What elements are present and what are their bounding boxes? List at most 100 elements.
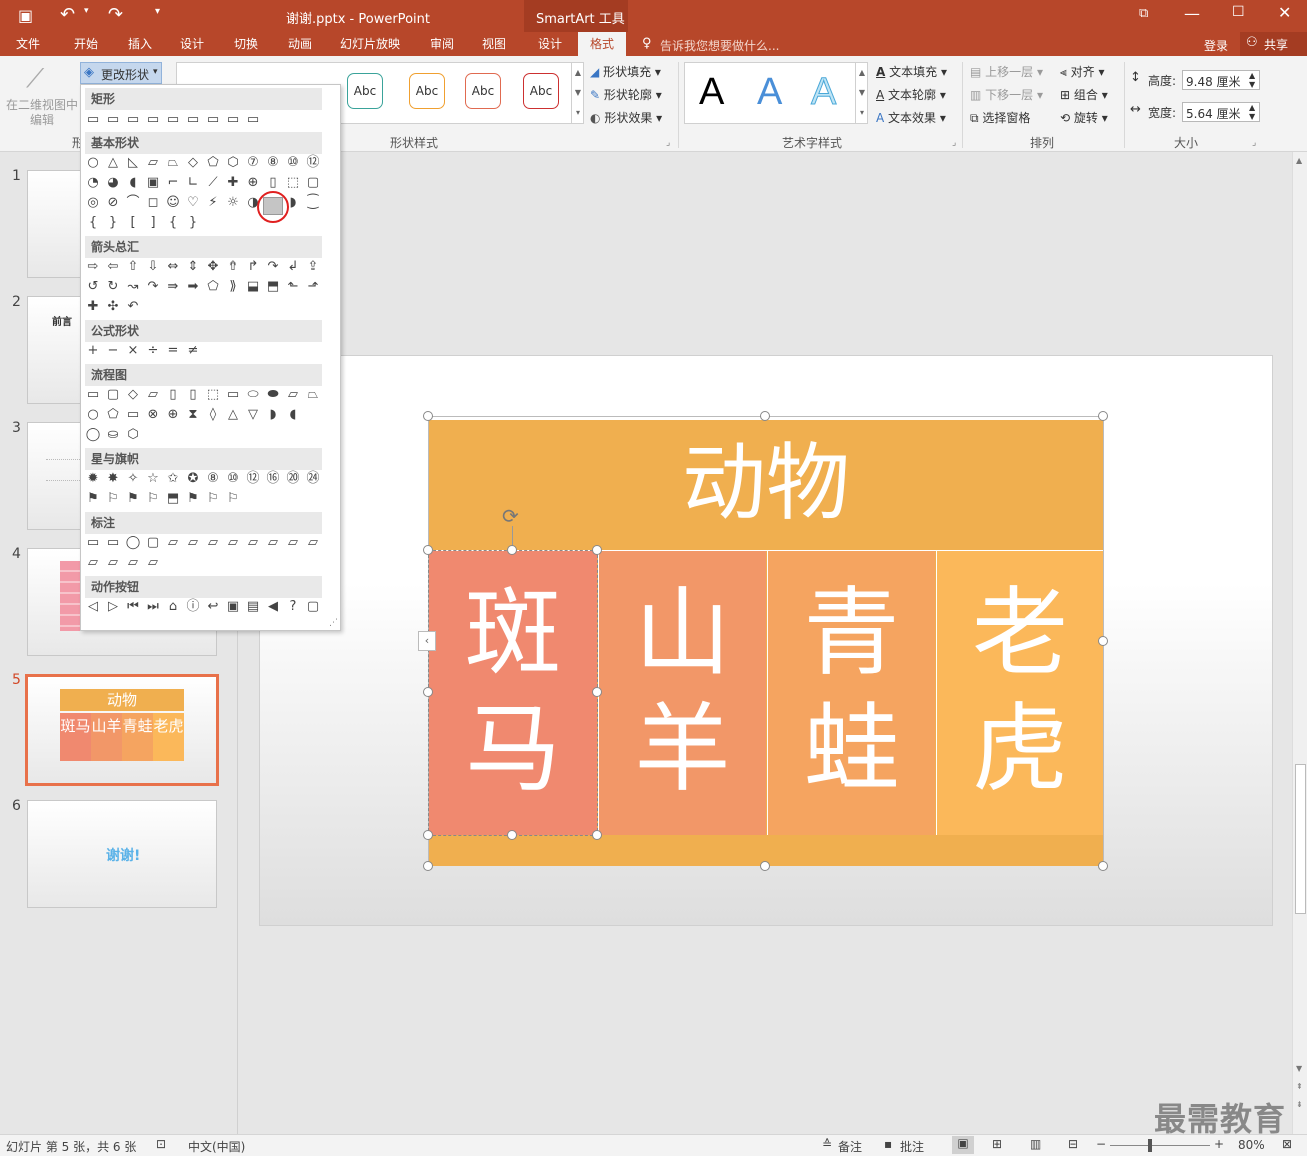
- shape-option[interactable]: ↷: [265, 259, 281, 275]
- shape-option[interactable]: ◇: [185, 155, 201, 171]
- shape-option[interactable]: ⓘ: [185, 599, 201, 615]
- zoom-out-icon[interactable]: −: [1096, 1137, 1106, 1151]
- redo-icon[interactable]: ↷: [108, 4, 123, 25]
- shape-option[interactable]: ⇕: [185, 259, 201, 275]
- wordart-launcher-icon[interactable]: ⌟: [952, 138, 956, 148]
- shape-option[interactable]: ↺: [85, 279, 101, 295]
- comments-icon[interactable]: ▪: [884, 1137, 892, 1151]
- tab-animations[interactable]: 动画: [278, 32, 322, 56]
- shape-option[interactable]: ▽: [245, 407, 261, 423]
- shape-handle[interactable]: [592, 830, 602, 840]
- shape-option[interactable]: ▢: [145, 535, 161, 551]
- shape-option[interactable]: =: [165, 343, 181, 359]
- shape-option[interactable]: ⏢: [165, 155, 181, 171]
- shape-option[interactable]: ▱: [105, 555, 121, 571]
- normal-view-icon[interactable]: ▣: [952, 1136, 974, 1154]
- shape-option[interactable]: ▭: [225, 387, 241, 403]
- shape-option[interactable]: ⬒: [165, 491, 181, 507]
- shape-option[interactable]: ⌒: [125, 195, 141, 211]
- shape-option[interactable]: ↲: [285, 259, 301, 275]
- wordart-black[interactable]: A: [699, 71, 724, 114]
- send-backward-button[interactable]: ▥ 下移一层 ▾: [970, 85, 1043, 105]
- customize-qat-icon[interactable]: ▾: [155, 6, 160, 17]
- comments-button[interactable]: 批注: [900, 1138, 924, 1155]
- scroll-up-icon[interactable]: ▲: [1296, 156, 1302, 165]
- resize-handle[interactable]: [1098, 411, 1108, 421]
- shape-option[interactable]: ⇧: [125, 259, 141, 275]
- slide-thumbnail-5[interactable]: 动物 斑马 山羊 青蛙 老虎: [25, 674, 219, 786]
- shape-option[interactable]: ▱: [85, 555, 101, 571]
- shape-option[interactable]: {: [165, 215, 181, 231]
- shape-option[interactable]: ↩: [205, 599, 221, 615]
- cloud-shape-hover[interactable]: [263, 197, 283, 215]
- shape-option[interactable]: ◖: [285, 407, 301, 423]
- height-spinner[interactable]: ▲ ▼: [1249, 71, 1255, 89]
- share-button[interactable]: ⚇ 共享: [1240, 32, 1307, 56]
- slide-thumbnail-6[interactable]: 谢谢!: [27, 800, 217, 908]
- vertical-scrollbar[interactable]: ▲ ▼ ⇞ ⇟: [1292, 152, 1307, 1134]
- shape-option[interactable]: ▭: [225, 112, 241, 128]
- shape-option[interactable]: ⊗: [145, 407, 161, 423]
- smartart-cell-3[interactable]: 青蛙: [767, 551, 935, 835]
- shape-option[interactable]: ⬭: [245, 387, 261, 403]
- shape-option[interactable]: ⏮: [125, 599, 141, 615]
- shape-option[interactable]: ⑩: [285, 155, 301, 171]
- shape-option[interactable]: ◗: [265, 407, 281, 423]
- shape-option[interactable]: ⟫: [225, 279, 241, 295]
- shape-option[interactable]: ✪: [185, 471, 201, 487]
- notes-icon[interactable]: ≙: [822, 1137, 832, 1151]
- shape-option[interactable]: ⚐: [145, 491, 161, 507]
- shape-option[interactable]: ⑳: [285, 471, 301, 487]
- prev-slide-icon[interactable]: ⇞: [1296, 1082, 1303, 1091]
- shape-option[interactable]: ↝: [125, 279, 141, 295]
- tab-slideshow[interactable]: 幻灯片放映: [334, 32, 406, 56]
- shape-option[interactable]: ▱: [205, 535, 221, 551]
- shape-option[interactable]: ⏢: [305, 387, 321, 403]
- shape-option[interactable]: ▱: [185, 535, 201, 551]
- align-button[interactable]: ⫷ 对齐 ▾: [1060, 62, 1104, 82]
- shape-option[interactable]: ◕: [105, 175, 121, 191]
- shape-option[interactable]: ×: [125, 343, 141, 359]
- shape-option[interactable]: ○: [85, 155, 101, 171]
- shape-option[interactable]: ⌐: [165, 175, 181, 191]
- shape-option[interactable]: ↶: [125, 299, 141, 315]
- login-link[interactable]: 登录: [1204, 37, 1228, 54]
- tab-format[interactable]: 格式: [578, 32, 626, 56]
- text-effects-button[interactable]: A 文本效果 ▾: [876, 108, 946, 128]
- shape-option[interactable]: ▭: [85, 387, 101, 403]
- resize-handle[interactable]: [760, 411, 770, 421]
- shape-option[interactable]: ▢: [305, 175, 321, 191]
- shape-handle[interactable]: [592, 545, 602, 555]
- shape-option[interactable]: ▤: [245, 599, 261, 615]
- shape-option[interactable]: ⚑: [125, 491, 141, 507]
- shape-fill-button[interactable]: ◢ 形状填充 ▾: [590, 62, 661, 82]
- shape-option[interactable]: ⇦: [105, 259, 121, 275]
- shape-option[interactable]: ⏭: [145, 599, 161, 615]
- undo-icon[interactable]: ↶: [60, 4, 75, 25]
- shape-handle[interactable]: [592, 687, 602, 697]
- smartart-title[interactable]: 动物: [429, 428, 1103, 538]
- shape-option[interactable]: ▱: [145, 387, 161, 403]
- shape-handle[interactable]: [507, 545, 517, 555]
- shape-option[interactable]: ✣: [105, 299, 121, 315]
- shape-option[interactable]: ▷: [105, 599, 121, 615]
- shape-option[interactable]: ⑧: [205, 471, 221, 487]
- shape-option[interactable]: ⚑: [85, 491, 101, 507]
- zoom-level[interactable]: 80%: [1238, 1138, 1265, 1152]
- shape-option[interactable]: ▱: [285, 535, 301, 551]
- shape-option[interactable]: ⬡: [125, 427, 141, 443]
- shape-option[interactable]: ◊: [205, 407, 221, 423]
- shape-option[interactable]: ⌂: [165, 599, 181, 615]
- tab-view[interactable]: 视图: [472, 32, 516, 56]
- resize-handle[interactable]: [423, 411, 433, 421]
- size-launcher-icon[interactable]: ⌟: [1252, 138, 1256, 148]
- slide-sorter-icon[interactable]: ⊞: [992, 1137, 1002, 1151]
- shape-option[interactable]: ◀: [265, 599, 281, 615]
- shape-option[interactable]: ⇪: [305, 259, 321, 275]
- shape-option[interactable]: ∟: [185, 175, 201, 191]
- shape-option[interactable]: ⑩: [225, 471, 241, 487]
- shape-option[interactable]: ⬬: [265, 387, 281, 403]
- wordart-blue[interactable]: A: [757, 71, 782, 114]
- shape-option[interactable]: ⊕: [165, 407, 181, 423]
- shape-option[interactable]: △: [105, 155, 121, 171]
